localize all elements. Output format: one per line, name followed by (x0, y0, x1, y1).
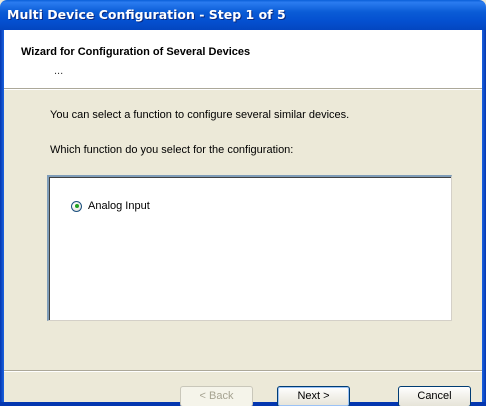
instruction-text: You can select a function to configure s… (50, 109, 350, 121)
header-title: Wizard for Configuration of Several Devi… (21, 46, 251, 58)
window-frame-right (482, 30, 486, 406)
cancel-button[interactable]: Cancel (398, 386, 471, 406)
function-prompt: Which function do you select for the con… (50, 144, 294, 156)
radio-analog-input[interactable]: Analog Input (71, 200, 150, 212)
title-bar[interactable]: Multi Device Configuration - Step 1 of 5 (0, 0, 486, 30)
radio-button[interactable] (71, 200, 82, 212)
wizard-window: Multi Device Configuration - Step 1 of 5… (0, 0, 486, 406)
next-button[interactable]: Next > (277, 386, 350, 406)
header-divider (4, 89, 482, 90)
function-list-panel: Analog Input (47, 175, 452, 321)
footer-divider-highlight (4, 371, 482, 372)
radio-label-analog-input[interactable]: Analog Input (88, 200, 150, 212)
header-subtitle: ... (54, 65, 64, 77)
wizard-header: Wizard for Configuration of Several Devi… (4, 30, 482, 89)
radio-selected-dot (74, 204, 79, 208)
back-button[interactable]: < Back (180, 386, 253, 406)
window-title: Multi Device Configuration - Step 1 of 5 (7, 7, 286, 22)
